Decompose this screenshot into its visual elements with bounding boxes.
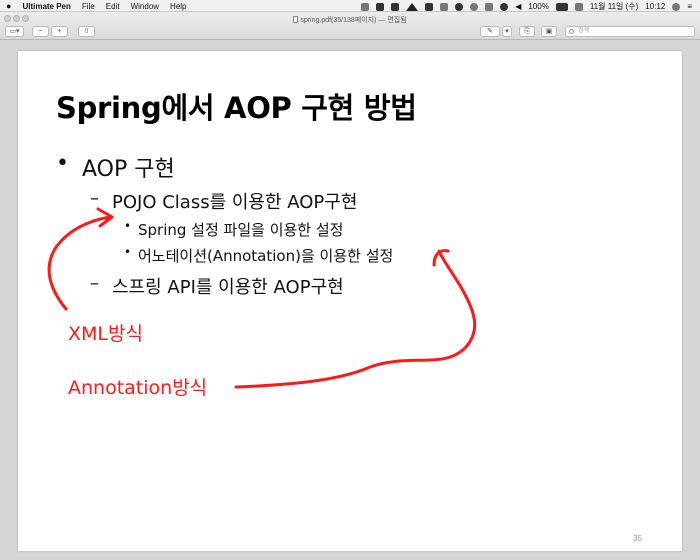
handwritten-annotation-label: Annotation방식	[68, 377, 208, 399]
close-box-icon[interactable]	[376, 2, 385, 11]
menu-help[interactable]: Help	[170, 2, 186, 11]
sub-sub-bullet-text: 어노테이션(Annotation)을 이용한 설정	[138, 247, 394, 265]
dropbox-icon[interactable]	[440, 2, 449, 11]
sub-bullet-text: POJO Class를 이용한 AOP구현	[112, 192, 358, 213]
ink-arrow-annotation	[234, 249, 477, 389]
battery-icon[interactable]	[555, 2, 568, 11]
page-number: 35	[633, 534, 642, 543]
app-menu[interactable]: Ultimate Pen	[22, 2, 70, 11]
document-icon	[293, 16, 299, 23]
search-menu-icon[interactable]	[672, 2, 681, 11]
clock-time[interactable]: 10:12	[645, 2, 665, 11]
bullet-marker: •	[124, 245, 132, 259]
menu-edit[interactable]: Edit	[106, 2, 120, 11]
bullet-marker: •	[56, 151, 69, 176]
search-icon	[569, 29, 574, 34]
ink-arrowhead-annotation	[432, 249, 450, 267]
menu-bar: ● Ultimate Pen File Edit Window Help ◀ 1…	[0, 0, 700, 12]
menu-file[interactable]: File	[82, 2, 95, 11]
keyboard-icon[interactable]	[574, 2, 583, 11]
volume-icon[interactable]: ◀	[515, 2, 521, 11]
zoom-in-button[interactable]: +	[51, 26, 68, 37]
window-toolbar: spring.pdf(35/138페이지) — 편집됨 ▭▾ − + ⇧ ✎ ▾…	[0, 12, 700, 40]
ink-arrowhead-xml	[96, 207, 114, 228]
share-button[interactable]: ⇧	[78, 26, 95, 37]
apple-icon[interactable]: ●	[6, 1, 11, 11]
markup-pen-button[interactable]: ✎	[480, 26, 500, 37]
time-machine-icon[interactable]	[470, 2, 479, 11]
app-status-icon[interactable]	[391, 2, 400, 11]
search-field[interactable]: 검색	[565, 26, 695, 37]
dash-marker: –	[90, 273, 99, 294]
capture-icon[interactable]	[425, 2, 434, 11]
chat-icon[interactable]	[455, 2, 464, 11]
document-view[interactable]: Spring에서 AOP 구현 방법 • AOP 구현 – POJO Class…	[0, 41, 700, 560]
rotate-button[interactable]: ⎘	[519, 26, 535, 37]
battery-percent: 100%	[528, 2, 549, 11]
ink-arrow-xml	[47, 215, 112, 311]
handwritten-xml-label: XML방식	[68, 323, 143, 345]
bullet-marker: •	[124, 219, 132, 233]
clock-date[interactable]: 11월 11일 (수)	[590, 1, 638, 12]
sub-bullet-text: 스프링 API를 이용한 AOP구현	[112, 277, 344, 298]
notification-center-icon[interactable]: ≡	[687, 2, 692, 11]
mountain-icon[interactable]	[406, 2, 419, 11]
menu-window[interactable]: Window	[131, 2, 159, 11]
sidebar-toggle-button[interactable]: ▭▾	[5, 26, 24, 37]
sub-sub-bullet-text: Spring 설정 파일을 이용한 설정	[138, 221, 344, 239]
pdf-page: Spring에서 AOP 구현 방법 • AOP 구현 – POJO Class…	[18, 51, 682, 551]
dash-marker: –	[90, 188, 99, 209]
bullet-text: AOP 구현	[82, 157, 175, 182]
window-title: spring.pdf(35/138페이지) — 편집됨	[0, 15, 700, 25]
zoom-out-button[interactable]: −	[32, 26, 49, 37]
bluetooth-icon[interactable]	[485, 2, 494, 11]
markup-dropdown-button[interactable]: ▾	[502, 26, 512, 37]
wifi-icon[interactable]	[500, 2, 509, 11]
toolbox-button[interactable]: ▣	[541, 26, 557, 37]
slide-title: Spring에서 AOP 구현 방법	[56, 91, 417, 125]
window-status-icon[interactable]	[361, 2, 370, 11]
